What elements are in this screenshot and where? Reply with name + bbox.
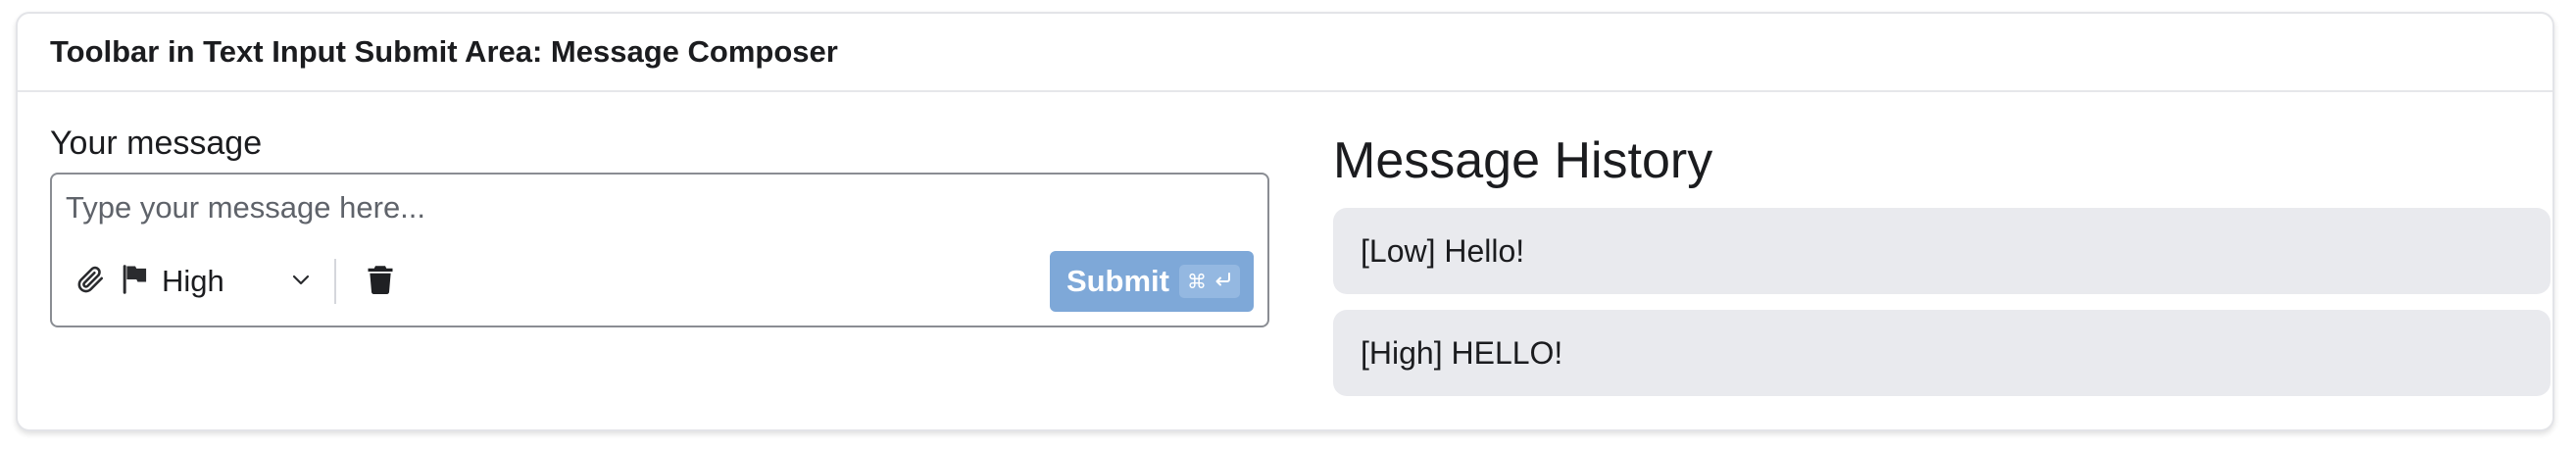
- clear-button[interactable]: [356, 257, 405, 306]
- command-icon: ⌘: [1187, 271, 1207, 293]
- card-header: Toolbar in Text Input Submit Area: Messa…: [18, 14, 2552, 92]
- history-title: Message History: [1333, 132, 1713, 189]
- chevron-down-icon: [289, 268, 313, 296]
- priority-select[interactable]: High: [121, 257, 313, 306]
- history-section: Message History [Low] Hello! [High] HELL…: [1333, 131, 2551, 412]
- history-item: [High] HELLO!: [1333, 310, 2551, 396]
- message-label: Your message: [50, 125, 263, 162]
- paperclip-icon: [75, 265, 105, 299]
- enter-icon: [1214, 271, 1232, 293]
- attach-button[interactable]: [66, 257, 115, 306]
- toolbar-divider: [334, 259, 336, 304]
- card-title: Toolbar in Text Input Submit Area: Messa…: [50, 34, 838, 69]
- flag-icon: [121, 264, 150, 300]
- composer-toolbar: High Submit ⌘: [66, 251, 1254, 312]
- submit-button[interactable]: Submit ⌘: [1049, 251, 1254, 312]
- composer-section: Your message Type your message here... H…: [50, 124, 1269, 327]
- message-composer: High: [50, 173, 1269, 327]
- message-input[interactable]: [66, 188, 1242, 227]
- keyboard-shortcut: ⌘: [1179, 265, 1240, 298]
- priority-value: High: [162, 264, 224, 298]
- history-item: [Low] Hello!: [1333, 208, 2551, 294]
- trash-icon: [367, 265, 394, 299]
- submit-label: Submit: [1065, 264, 1169, 298]
- composer-card: Toolbar in Text Input Submit Area: Messa…: [16, 12, 2554, 431]
